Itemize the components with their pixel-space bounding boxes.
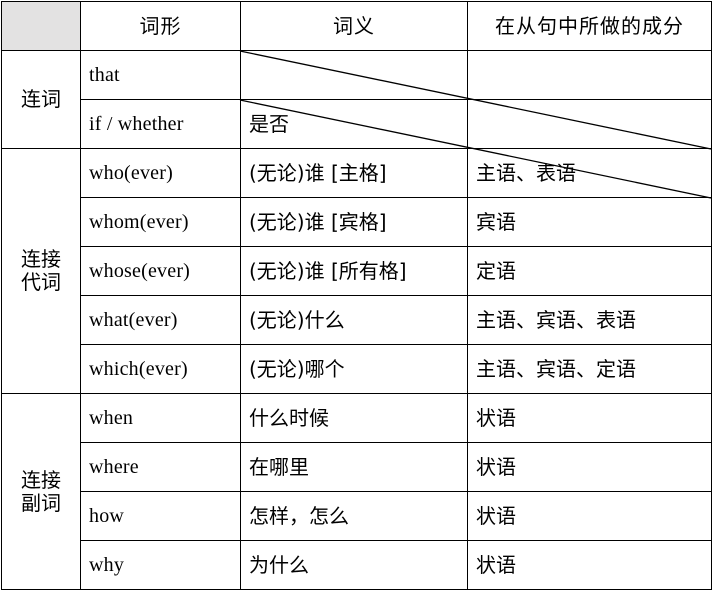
role-cell: 主语、宾语、定语 (467, 344, 712, 394)
form-cell: if / whether (80, 99, 241, 149)
grammar-table: 词形 词义 在从句中所做的成分 连词 that if / whether 是否 (1, 1, 712, 590)
category-label-line: 代词 (21, 270, 61, 294)
form-cell: when (80, 393, 241, 443)
role-cell: 定语 (467, 246, 712, 296)
header-cell-meaning: 词义 (240, 1, 468, 51)
table-row: where 在哪里 状语 (2, 442, 712, 492)
form-cell: whom(ever) (80, 197, 241, 247)
table-body: 连词 that if / whether 是否 连接 代词 who(ever) … (1, 50, 712, 590)
meaning-cell: (无论)谁 [主格] (240, 148, 468, 198)
meaning-cell (240, 50, 468, 100)
role-cell: 主语、表语 (467, 148, 712, 198)
role-cell: 状语 (467, 540, 712, 590)
role-cell: 状语 (467, 393, 712, 443)
meaning-cell: (无论)谁 [宾格] (240, 197, 468, 247)
table-row: what(ever) (无论)什么 主语、宾语、表语 (2, 295, 712, 345)
role-cell: 状语 (467, 442, 712, 492)
category-label-line: 副词 (21, 490, 61, 515)
form-cell: which(ever) (80, 344, 241, 394)
role-cell: 状语 (467, 491, 712, 541)
meaning-cell: 是否 (240, 99, 468, 149)
category-label-line: 连接 (21, 247, 61, 271)
table-row: 连词 that (1, 50, 712, 149)
category-cell-conjunctive-pronoun: 连接 代词 (1, 148, 81, 394)
header-cell-category (1, 1, 81, 51)
role-cell: 宾语 (467, 197, 712, 247)
table-row: 连接 代词 who(ever) (无论)谁 [主格] 主语、表语 (1, 148, 712, 394)
table-row: 连接 副词 when 什么时候 状语 (1, 393, 712, 590)
header-cell-role: 在从句中所做的成分 (467, 1, 712, 51)
category-label-line: 连接 (21, 467, 61, 492)
role-cell: 主语、宾语、表语 (467, 295, 712, 345)
form-cell: who(ever) (80, 148, 241, 198)
category-label-line: 连词 (21, 87, 61, 111)
form-cell: whose(ever) (80, 246, 241, 296)
category-cell-conjunction: 连词 (1, 50, 81, 149)
meaning-cell: (无论)谁 [所有格] (240, 246, 468, 296)
form-cell: where (80, 442, 241, 492)
category-cell-conjunctive-adverb: 连接 副词 (1, 393, 81, 590)
meaning-cell: (无论)什么 (240, 295, 468, 345)
header-row: 词形 词义 在从句中所做的成分 (1, 1, 712, 51)
form-cell: that (80, 50, 241, 100)
table-row: whose(ever) (无论)谁 [所有格] 定语 (2, 246, 712, 296)
table-row: which(ever) (无论)哪个 主语、宾语、定语 (2, 344, 712, 394)
header-cell-form: 词形 (80, 1, 241, 51)
table-row: how 怎样，怎么 状语 (2, 491, 712, 541)
table-row: why 为什么 状语 (2, 540, 712, 590)
grammar-table-sheet: 词形 词义 在从句中所做的成分 连词 that if / whether 是否 (0, 1, 712, 597)
table-row: whom(ever) (无论)谁 [宾格] 宾语 (2, 197, 712, 247)
meaning-cell: 怎样，怎么 (240, 491, 468, 541)
table-row: if / whether 是否 (2, 99, 712, 149)
form-cell: why (80, 540, 241, 590)
meaning-cell: 为什么 (240, 540, 468, 590)
meaning-cell: 在哪里 (240, 442, 468, 492)
role-cell (467, 99, 712, 149)
role-cell (467, 50, 712, 100)
meaning-cell: (无论)哪个 (240, 344, 468, 394)
form-cell: what(ever) (80, 295, 241, 345)
table-header: 词形 词义 在从句中所做的成分 (1, 1, 712, 51)
meaning-cell: 什么时候 (240, 393, 468, 443)
form-cell: how (80, 491, 241, 541)
